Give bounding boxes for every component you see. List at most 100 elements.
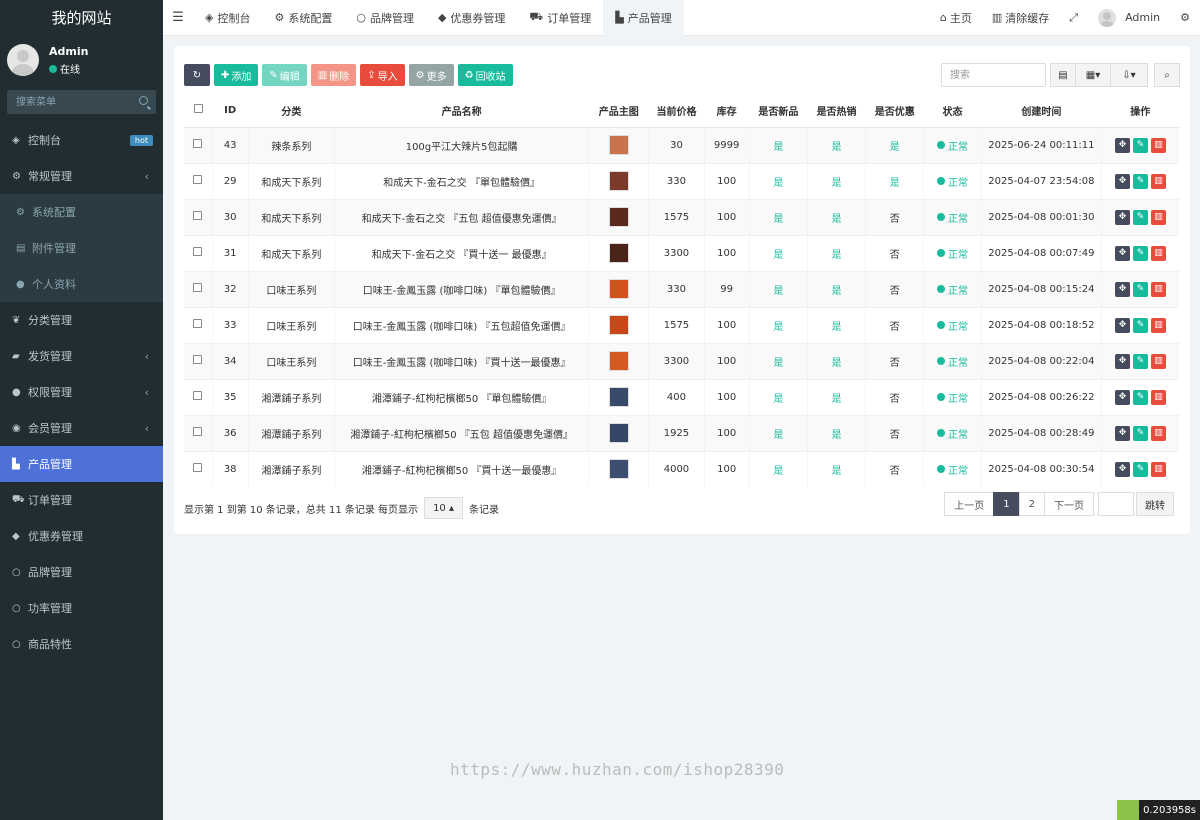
recycle-bin-button[interactable]: ♻ 回收站	[457, 64, 513, 86]
cell-thumbnail[interactable]	[588, 450, 649, 487]
row-checkbox[interactable]	[193, 463, 203, 473]
menu-search-input[interactable]	[7, 90, 156, 114]
sidebar-item-11[interactable]: ◆ 优惠券管理	[0, 518, 163, 554]
delete-row-icon[interactable]: ▥	[1151, 461, 1167, 477]
product-thumbnail[interactable]	[608, 315, 629, 335]
delete-row-icon[interactable]: ▥	[1151, 353, 1167, 369]
row-checkbox-cell[interactable]	[184, 198, 213, 235]
cell-thumbnail[interactable]	[588, 234, 649, 271]
drag-handle-icon[interactable]: ✥	[1115, 389, 1131, 405]
product-thumbnail[interactable]	[608, 459, 629, 480]
edit-row-icon[interactable]: ✎	[1133, 137, 1149, 153]
delete-row-icon[interactable]: ▥	[1151, 281, 1167, 297]
sidebar-item-12[interactable]: ○ 品牌管理	[0, 554, 163, 590]
row-checkbox[interactable]	[193, 427, 203, 436]
product-thumbnail[interactable]	[608, 135, 629, 155]
row-checkbox[interactable]	[193, 391, 203, 400]
drag-handle-icon[interactable]: ✥	[1115, 209, 1131, 225]
product-thumbnail[interactable]	[608, 171, 629, 191]
select-all-checkbox[interactable]	[193, 104, 203, 114]
tab-1[interactable]: ⚙ 系统配置	[262, 0, 344, 36]
row-checkbox-cell[interactable]	[184, 126, 213, 163]
columns-button[interactable]: ▦▾	[1075, 63, 1111, 87]
sidebar-item-2[interactable]: ⚙ 系统配置	[0, 194, 163, 230]
jump-page-input[interactable]	[1098, 492, 1134, 516]
product-thumbnail[interactable]	[608, 279, 629, 299]
row-checkbox[interactable]	[193, 175, 203, 184]
tab-2[interactable]: ○ 品牌管理	[344, 0, 426, 36]
delete-row-icon[interactable]: ▥	[1151, 209, 1167, 225]
sidebar-item-10[interactable]: ⛟ 订单管理	[0, 482, 163, 518]
row-checkbox-cell[interactable]	[184, 414, 213, 451]
row-checkbox[interactable]	[193, 355, 203, 364]
row-checkbox[interactable]	[193, 247, 203, 256]
select-all-header[interactable]	[184, 94, 213, 128]
drag-handle-icon[interactable]: ✥	[1115, 245, 1131, 261]
drag-handle-icon[interactable]: ✥	[1115, 281, 1131, 297]
jump-button[interactable]: 跳转	[1136, 492, 1174, 516]
sidebar-item-5[interactable]: ❦ 分类管理	[0, 302, 163, 338]
edit-row-icon[interactable]: ✎	[1133, 425, 1149, 441]
row-checkbox-cell[interactable]	[184, 450, 213, 487]
sidebar-item-1[interactable]: ⚙ 常规管理 ‹	[0, 158, 163, 194]
row-checkbox[interactable]	[193, 283, 203, 292]
row-checkbox-cell[interactable]	[184, 162, 213, 199]
edit-row-icon[interactable]: ✎	[1133, 245, 1149, 261]
drag-handle-icon[interactable]: ✥	[1115, 317, 1131, 333]
sidebar-item-0[interactable]: ◈ 控制台 hot	[0, 122, 163, 158]
row-checkbox-cell[interactable]	[184, 342, 213, 379]
advanced-search-button[interactable]: ⌕	[1154, 63, 1180, 87]
edit-button[interactable]: ✎ 编辑	[262, 64, 307, 86]
sidebar-item-7[interactable]: ● 权限管理 ‹	[0, 374, 163, 410]
menu-toggle-icon[interactable]: ☰	[163, 10, 193, 25]
edit-row-icon[interactable]: ✎	[1133, 173, 1149, 189]
cell-thumbnail[interactable]	[588, 162, 649, 199]
drag-handle-icon[interactable]: ✥	[1115, 173, 1131, 189]
drag-handle-icon[interactable]: ✥	[1115, 137, 1131, 153]
search-icon[interactable]	[139, 96, 148, 105]
sidebar-item-14[interactable]: ○ 商品特性	[0, 626, 163, 662]
delete-row-icon[interactable]: ▥	[1151, 317, 1167, 333]
edit-row-icon[interactable]: ✎	[1133, 389, 1149, 405]
delete-button[interactable]: ▥ 删除	[310, 64, 357, 86]
cell-thumbnail[interactable]	[588, 126, 649, 163]
drag-handle-icon[interactable]: ✥	[1115, 425, 1131, 441]
table-search-input[interactable]	[941, 63, 1046, 87]
cell-thumbnail[interactable]	[588, 270, 649, 307]
sidebar-item-3[interactable]: ▤ 附件管理	[0, 230, 163, 266]
home-link[interactable]: ⌂ 主页	[930, 10, 982, 26]
row-checkbox-cell[interactable]	[184, 378, 213, 415]
sidebar-item-8[interactable]: ◉ 会员管理 ‹	[0, 410, 163, 446]
product-thumbnail[interactable]	[608, 351, 629, 371]
tab-4[interactable]: ⛟ 订单管理	[517, 0, 603, 36]
delete-row-icon[interactable]: ▥	[1151, 137, 1167, 153]
edit-row-icon[interactable]: ✎	[1133, 209, 1149, 225]
delete-row-icon[interactable]: ▥	[1151, 389, 1167, 405]
fullscreen-icon[interactable]: ⤢	[1059, 11, 1088, 25]
sidebar-item-6[interactable]: ▰ 发货管理 ‹	[0, 338, 163, 374]
edit-row-icon[interactable]: ✎	[1133, 281, 1149, 297]
more-button[interactable]: ⚙ 更多	[408, 64, 454, 86]
edit-row-icon[interactable]: ✎	[1133, 317, 1149, 333]
row-checkbox[interactable]	[193, 211, 203, 220]
export-button[interactable]: ⇩▾	[1110, 63, 1148, 87]
product-thumbnail[interactable]	[608, 387, 629, 407]
page-size-select[interactable]: 10 ▴	[424, 497, 464, 519]
page-2-button[interactable]: 2	[1018, 492, 1045, 516]
sidebar-item-4[interactable]: ● 个人资料	[0, 266, 163, 302]
import-button[interactable]: ⇪ 导入	[360, 64, 405, 86]
site-logo[interactable]: 我的网站	[0, 0, 163, 36]
drag-handle-icon[interactable]: ✥	[1115, 461, 1131, 477]
prev-page-button[interactable]: 上一页	[944, 492, 995, 516]
edit-row-icon[interactable]: ✎	[1133, 353, 1149, 369]
delete-row-icon[interactable]: ▥	[1151, 173, 1167, 189]
cell-thumbnail[interactable]	[588, 198, 649, 235]
admin-menu[interactable]: Admin	[1088, 8, 1170, 27]
product-thumbnail[interactable]	[608, 207, 629, 227]
delete-row-icon[interactable]: ▥	[1151, 245, 1167, 261]
delete-row-icon[interactable]: ▥	[1151, 425, 1167, 441]
page-1-button[interactable]: 1	[993, 492, 1020, 516]
cell-thumbnail[interactable]	[588, 306, 649, 343]
edit-row-icon[interactable]: ✎	[1133, 461, 1149, 477]
sidebar-item-9[interactable]: ▙ 产品管理	[0, 446, 163, 482]
